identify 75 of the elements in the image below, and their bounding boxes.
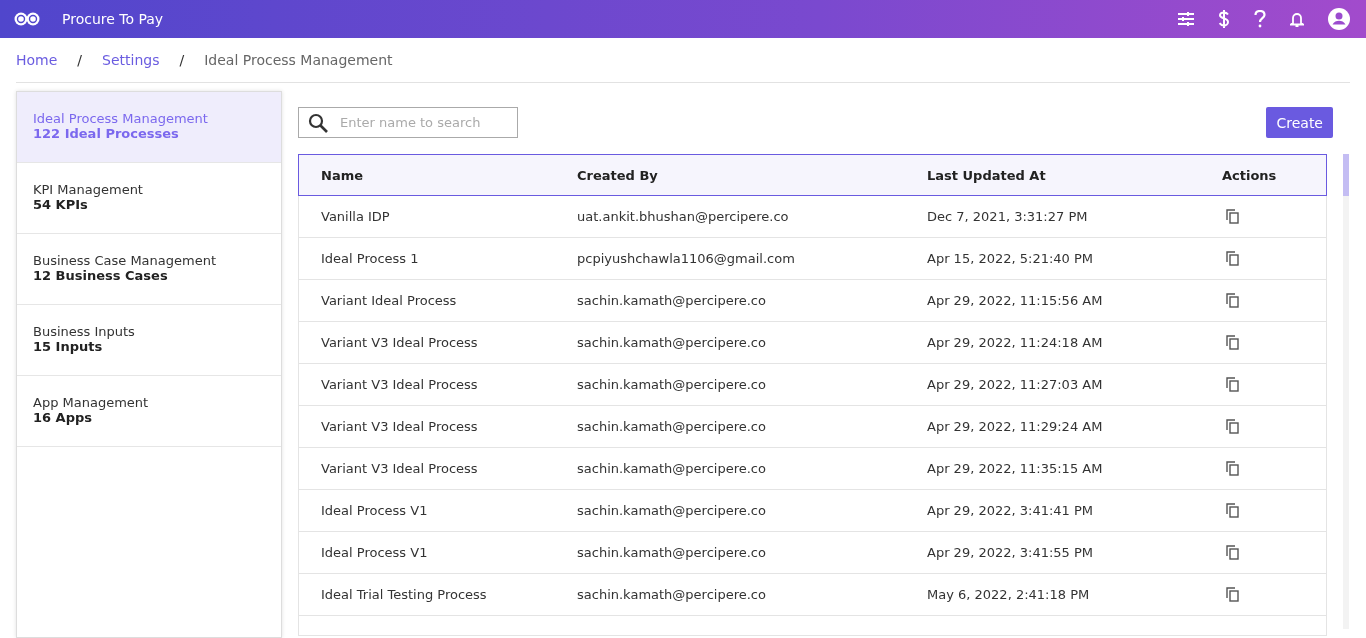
table-cell-text: Apr 29, 2022, 11:15:56 AM [926,293,1104,308]
table-cell-text: sachin.kamath@percipere.co [576,335,767,350]
breadcrumb-link[interactable]: Settings [102,52,160,68]
table-cell-text: uat.ankit.bhushan@percipere.co [576,209,790,224]
table-cell-text: sachin.kamath@percipere.co [576,377,767,392]
table-cell-text: Apr 29, 2022, 3:41:55 PM [926,545,1095,560]
table-cell-text: sachin.kamath@percipere.co [576,587,767,602]
table-cell-text: Ideal Process V1 [320,545,429,560]
scrollbar-thumb[interactable] [1343,154,1349,196]
table-cell-text: Variant V3 Ideal Process [320,461,479,476]
column-header: Name [320,167,364,183]
copy-icon[interactable] [1226,251,1239,266]
table-cell-text: sachin.kamath@percipere.co [576,419,767,434]
table-cell-text: Apr 29, 2022, 11:24:18 AM [926,335,1104,350]
table-cell-text: sachin.kamath@percipere.co [576,293,767,308]
table-cell-text: May 6, 2022, 2:41:18 PM [926,587,1091,602]
sliders-icon[interactable] [1178,12,1194,26]
table-cell-text: Apr 29, 2022, 3:41:41 PM [926,503,1095,518]
search-field[interactable]: Enter name to search [298,107,518,138]
breadcrumb-separator: / [77,52,83,68]
copy-icon[interactable] [1226,293,1239,308]
table-cell-text: sachin.kamath@percipere.co [576,503,767,518]
sidebar-item[interactable]: Business Case Management 12 Business Cases [17,234,281,305]
table-cell-text: Apr 15, 2022, 5:21:40 PM [926,251,1095,266]
copy-icon[interactable] [1226,377,1239,392]
copy-icon[interactable] [1226,209,1239,224]
sidebar-item-count: 15 Inputs [33,339,104,354]
bell-icon[interactable] [1290,10,1304,28]
sidebar-item[interactable]: KPI Management 54 KPIs [17,163,281,234]
table-cell-text: Variant V3 Ideal Process [320,377,479,392]
sidebar-item[interactable]: Business Inputs 15 Inputs [17,305,281,376]
sidebar-item-title: Business Inputs [33,324,136,339]
table-cell-text: Variant Ideal Process [320,293,458,308]
table-cell-text: Apr 29, 2022, 11:29:24 AM [926,419,1104,434]
table-cell-text: pcpiyushchawla1106@gmail.com [576,251,796,266]
sidebar-item-count: 16 Apps [33,410,94,425]
table-cell-text: sachin.kamath@percipere.co [576,461,767,476]
breadcrumb-separator: / [179,52,185,68]
sidebar-item-count: 122 Ideal Processes [33,126,180,141]
copy-icon[interactable] [1226,335,1239,350]
app-title: Procure To Pay [62,11,164,27]
table-cell-text: Ideal Process 1 [320,251,420,266]
table-cell-text: Apr 29, 2022, 11:35:15 AM [926,461,1104,476]
copy-icon[interactable] [1226,587,1239,602]
table-cell-text: Variant V3 Ideal Process [320,419,479,434]
help-icon[interactable] [1254,10,1266,28]
table-cell-text: Ideal Process V1 [320,503,429,518]
column-header: Created By [576,167,659,183]
sidebar-item-title: KPI Management [33,182,144,197]
sidebar-item-count: 54 KPIs [33,197,89,212]
table-cell-text: Ideal Trial Testing Process [320,587,488,602]
search-icon [308,113,328,133]
create-button[interactable]: Create [1266,107,1333,138]
sidebar-item[interactable]: Ideal Process Management 122 Ideal Processes [17,92,281,163]
table-cell-text: Variant V3 Ideal Process [320,335,479,350]
column-header: Last Updated At [926,167,1047,183]
account-icon[interactable] [1328,8,1350,30]
breadcrumb-current: Ideal Process Management [204,52,393,68]
copy-icon[interactable] [1226,545,1239,560]
copy-icon[interactable] [1226,461,1239,476]
sidebar-item-title: Ideal Process Management [33,111,209,126]
logo-icon [14,12,40,26]
sidebar-item-count: 12 Business Cases [33,268,169,283]
dollar-icon[interactable] [1218,10,1230,28]
copy-icon[interactable] [1226,419,1239,434]
sidebar-item-title: App Management [33,395,150,410]
table-cell-text: Apr 29, 2022, 11:27:03 AM [926,377,1104,392]
table-cell-text: sachin.kamath@percipere.co [576,545,767,560]
sidebar-item-title: Business Case Management [33,253,218,268]
breadcrumb-link[interactable]: Home [16,52,58,68]
column-header: Actions [1221,167,1278,183]
table-cell-text: Vanilla IDP [320,209,391,224]
copy-icon[interactable] [1226,503,1239,518]
sidebar-item[interactable]: App Management 16 Apps [17,376,281,447]
table-cell-text: Dec 7, 2021, 3:31:27 PM [926,209,1089,224]
